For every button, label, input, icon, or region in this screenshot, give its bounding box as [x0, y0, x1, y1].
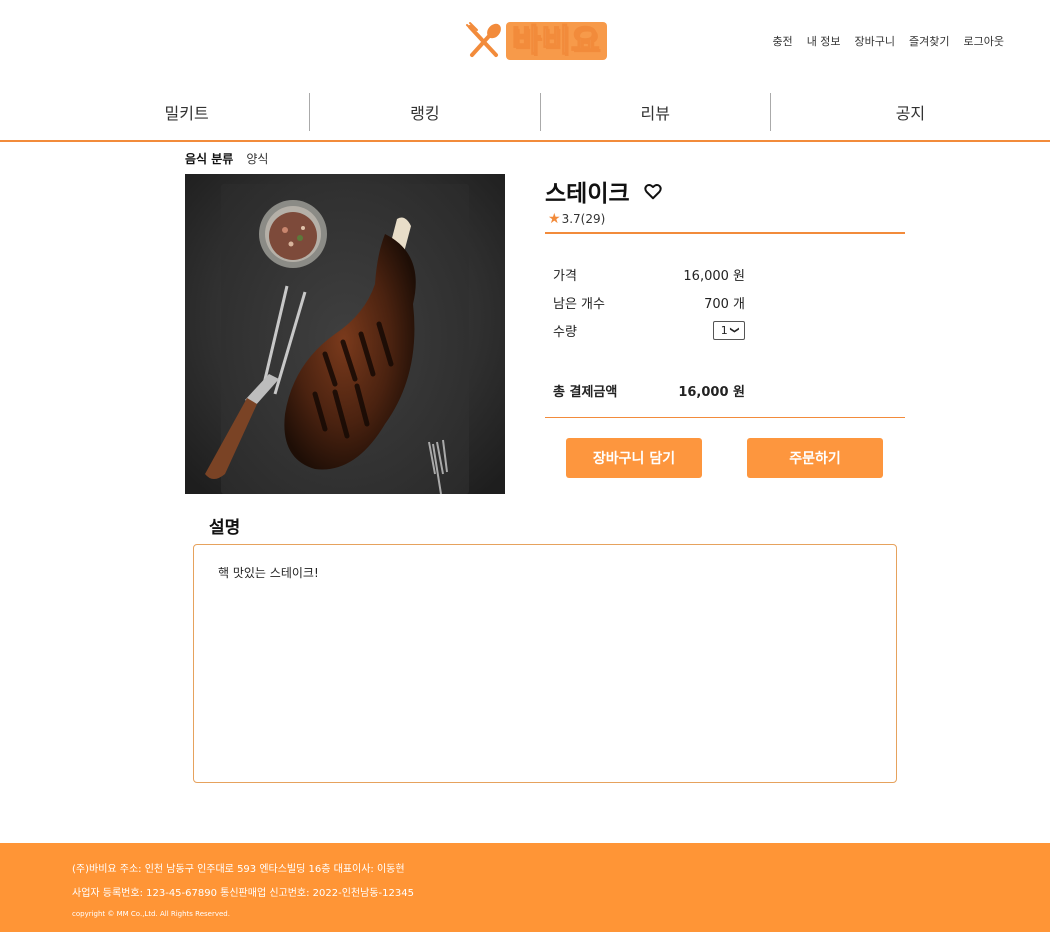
nav-underline [0, 140, 1050, 142]
nav-item-ranking[interactable]: 랭킹 [310, 92, 539, 132]
stock-label: 남은 개수 [553, 296, 605, 312]
product-title: 스테이크 [545, 181, 630, 207]
stock-value: 700 개 [704, 296, 745, 312]
chevron-down-icon: ❯ [728, 326, 739, 334]
description-text: 핵 맛있는 스테이크! [218, 566, 319, 580]
product-image [185, 174, 505, 494]
top-menu-logout[interactable]: 로그아웃 [964, 33, 1004, 49]
category-value: 양식 [246, 152, 269, 166]
total-row: 총 결제금액 16,000 원 [553, 376, 745, 404]
total-label: 총 결제금액 [553, 384, 618, 400]
top-menu: 충전 내 정보 장바구니 즐겨찾기 로그아웃 [772, 33, 1004, 49]
main-nav: 밀키트 랭킹 리뷰 공지 [0, 92, 1050, 132]
rating: ★ 3.7(29) [545, 211, 905, 227]
order-details: 가격 16,000 원 남은 개수 700 개 수량 1 ❯ 총 결제금액 16… [545, 260, 905, 404]
price-label: 가격 [553, 268, 577, 284]
product-info: 스테이크 ★ 3.7(29) 가격 16,000 원 남은 개수 700 개 수… [545, 174, 905, 478]
footer-copyright: copyright © MM Co.,Ltd. All Rights Reser… [72, 910, 230, 918]
price-row: 가격 16,000 원 [553, 260, 745, 288]
logo-text: 바비요 [506, 22, 607, 60]
description-box: 핵 맛있는 스테이크! [193, 544, 897, 783]
fork-spoon-logo-icon [466, 22, 501, 57]
title-divider [545, 232, 905, 234]
title-row: 스테이크 [545, 174, 905, 208]
steak-photo [185, 174, 505, 494]
food-category: 음식 분류 양식 [185, 150, 268, 167]
favorite-heart-icon[interactable] [643, 181, 664, 201]
action-buttons: 장바구니 담기 주문하기 [545, 438, 905, 478]
footer-registration-info: 사업자 등록번호: 123-45-67890 통신판매업 신고번호: 2022-… [72, 888, 414, 899]
top-menu-cart[interactable]: 장바구니 [855, 33, 895, 49]
quantity-value: 1 [720, 323, 728, 337]
category-label: 음식 분류 [185, 152, 234, 166]
top-menu-charge[interactable]: 충전 [772, 33, 792, 49]
footer-company-info: (주)바비요 주소: 인천 남동구 인주대로 593 엔타스빌딩 16층 대표이… [72, 864, 405, 875]
price-value: 16,000 원 [683, 268, 745, 284]
stock-row: 남은 개수 700 개 [553, 288, 745, 316]
nav-item-notice[interactable]: 공지 [771, 92, 1050, 132]
total-value: 16,000 원 [678, 384, 745, 400]
header: 바비요 충전 내 정보 장바구니 즐겨찾기 로그아웃 [0, 0, 1050, 80]
footer: (주)바비요 주소: 인천 남동구 인주대로 593 엔타스빌딩 16층 대표이… [0, 843, 1050, 932]
logo[interactable]: 바비요 [464, 20, 607, 62]
add-to-cart-button[interactable]: 장바구니 담기 [566, 438, 702, 478]
nav-item-review[interactable]: 리뷰 [541, 92, 770, 132]
star-icon: ★ [548, 211, 561, 227]
order-button[interactable]: 주문하기 [747, 438, 883, 478]
top-menu-favorites[interactable]: 즐겨찾기 [909, 33, 949, 49]
total-divider [545, 417, 905, 418]
nav-item-mealkit[interactable]: 밀키트 [0, 92, 309, 132]
quantity-select[interactable]: 1 ❯ [713, 320, 745, 340]
top-menu-my-info[interactable]: 내 정보 [807, 33, 841, 49]
description-title: 설명 [209, 518, 241, 538]
rating-value: 3.7(29) [561, 212, 606, 226]
quantity-label: 수량 [553, 324, 577, 340]
quantity-row: 수량 1 ❯ [553, 316, 745, 344]
